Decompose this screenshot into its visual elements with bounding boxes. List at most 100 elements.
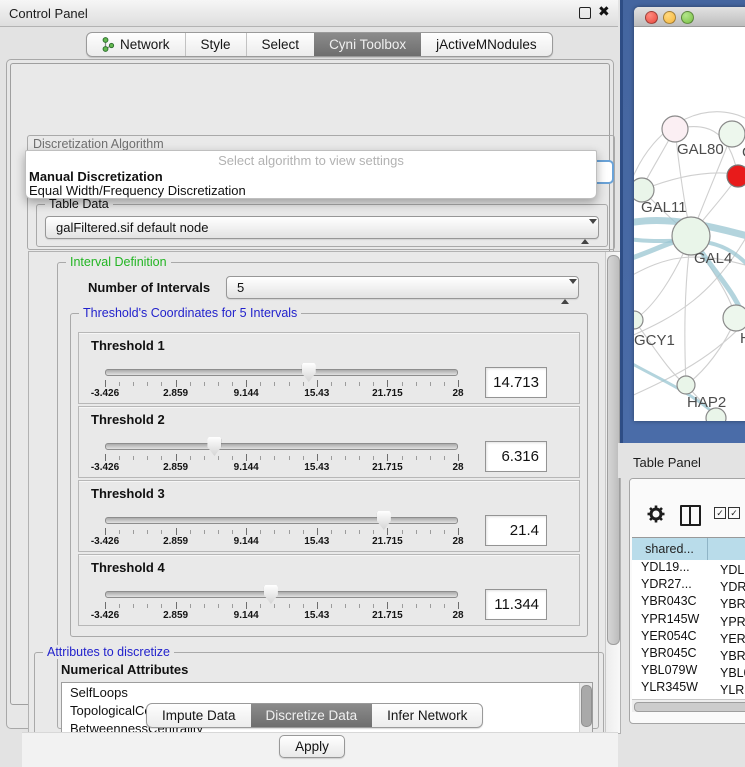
algorithm-dropdown-popup: Select algorithm to view settings Manual… bbox=[25, 150, 597, 199]
network-view-frame: GAL80 GA GAL11 C GAL4 GCY1 H HAP2 bbox=[620, 0, 745, 443]
popup-placeholder-option[interactable]: Select algorithm to view settings bbox=[26, 151, 596, 170]
mac-close-icon[interactable] bbox=[645, 11, 658, 24]
threshold-3-label: Threshold 3 bbox=[91, 486, 165, 501]
tab-network-label: Network bbox=[120, 37, 170, 52]
table-row[interactable]: YBL079WYBL0 bbox=[632, 663, 745, 680]
threshold-1-slider[interactable] bbox=[105, 369, 458, 376]
slider-track bbox=[105, 443, 458, 450]
table-row[interactable]: YLR345WYLR3 bbox=[632, 680, 745, 697]
threshold-row: Threshold 4 -3.4262.8599.14415.4321.7152… bbox=[78, 554, 580, 626]
network-window[interactable]: GAL80 GA GAL11 C GAL4 GCY1 H HAP2 bbox=[634, 7, 745, 421]
control-panel-titlebar: Control Panel ✖ bbox=[0, 0, 618, 27]
threshold-4-value-field[interactable]: 11.344 bbox=[485, 589, 547, 620]
tab-jactivemnodules-label: jActiveMNodules bbox=[436, 37, 537, 52]
list-item[interactable]: SelfLoops bbox=[62, 683, 592, 701]
threshold-3-value-field[interactable]: 21.4 bbox=[485, 515, 547, 546]
checkbox-icon[interactable]: ✓ bbox=[714, 507, 726, 519]
table-row[interactable]: YER054CYER0 bbox=[632, 629, 745, 646]
column-header-shared[interactable]: shared... bbox=[632, 538, 708, 560]
scrollbar-thumb[interactable] bbox=[634, 702, 745, 712]
algorithm-section-label: Discretization Algorithm bbox=[33, 137, 164, 151]
panel-title: Control Panel bbox=[9, 6, 88, 21]
table-row[interactable]: YDL19...YDL1 bbox=[632, 560, 745, 577]
tab-cyni-toolbox[interactable]: Cyni Toolbox bbox=[314, 33, 421, 56]
bottom-tab-bar: Impute Data Discretize Data Infer Networ… bbox=[146, 703, 483, 728]
tab-jactivemnodules[interactable]: jActiveMNodules bbox=[421, 33, 552, 56]
tab-discretize-data[interactable]: Discretize Data bbox=[251, 704, 373, 727]
tab-select[interactable]: Select bbox=[246, 33, 315, 56]
slider-track bbox=[105, 517, 458, 524]
network-icon bbox=[102, 37, 115, 52]
tab-impute-data[interactable]: Impute Data bbox=[147, 704, 251, 727]
table-row[interactable]: YPR145WYPR1 bbox=[632, 612, 745, 629]
slider-track bbox=[105, 369, 458, 376]
slider-tick-labels: -3.4262.8599.14415.4321.71528 bbox=[105, 536, 458, 548]
checkbox-icon[interactable]: ✓ bbox=[728, 507, 740, 519]
apply-button[interactable]: Apply bbox=[279, 735, 345, 758]
slider-track bbox=[105, 591, 458, 598]
popup-option-equal-width-frequency[interactable]: Equal Width/Frequency Discretization bbox=[26, 184, 596, 198]
thresholds-legend: Threshold's Coordinates for 5 Intervals bbox=[79, 306, 301, 320]
float-window-icon[interactable] bbox=[579, 7, 591, 19]
table-row[interactable]: YBR043CYBR0 bbox=[632, 594, 745, 611]
interval-definition-legend: Interval Definition bbox=[66, 255, 171, 269]
slider-ticks bbox=[105, 454, 458, 462]
slider-ticks bbox=[105, 528, 458, 536]
network-window-titlebar[interactable] bbox=[634, 7, 745, 27]
network-graph: GAL80 GA GAL11 C GAL4 GCY1 H HAP2 bbox=[634, 27, 745, 421]
slider-ticks bbox=[105, 380, 458, 388]
threshold-3-slider[interactable] bbox=[105, 517, 458, 524]
node-label: HAP2 bbox=[687, 394, 726, 411]
threshold-4-label: Threshold 4 bbox=[91, 560, 165, 575]
number-of-intervals-spinner[interactable]: 5 bbox=[226, 276, 579, 299]
table-body: YDL19...YDL1 YDR27...YDR2 YBR043CYBR0 YP… bbox=[632, 560, 745, 699]
node-label: GAL80 bbox=[677, 141, 724, 158]
threshold-2-value-field[interactable]: 6.316 bbox=[485, 441, 547, 472]
tab-infer-network-label: Infer Network bbox=[387, 708, 467, 723]
settings-scroll-pane: Interval Definition Number of Intervals … bbox=[28, 251, 621, 734]
gear-icon[interactable] bbox=[646, 504, 666, 524]
threshold-4-slider[interactable] bbox=[105, 591, 458, 598]
number-of-intervals-value: 5 bbox=[237, 280, 244, 295]
node-label: GCY1 bbox=[634, 332, 675, 349]
mac-zoom-icon[interactable] bbox=[681, 11, 694, 24]
popup-option-manual-discretization[interactable]: Manual Discretization bbox=[26, 170, 596, 184]
node-hap2 bbox=[677, 376, 695, 394]
slider-tick-labels: -3.4262.8599.14415.4321.71528 bbox=[105, 462, 458, 474]
settings-vertical-scrollbar[interactable] bbox=[605, 252, 620, 733]
mac-minimize-icon[interactable] bbox=[663, 11, 676, 24]
table-data-combobox[interactable]: galFiltered.sif default node bbox=[45, 216, 599, 239]
threshold-2-slider[interactable] bbox=[105, 443, 458, 450]
table-row[interactable]: YBR045CYBR0 bbox=[632, 646, 745, 663]
table-data-selected-value: galFiltered.sif default node bbox=[56, 220, 208, 235]
combo-spinner-icon bbox=[581, 221, 590, 234]
table-toolbar: ✓ ✓ bbox=[630, 479, 745, 536]
attributes-legend: Attributes to discretize bbox=[43, 645, 174, 659]
tab-style[interactable]: Style bbox=[185, 33, 246, 56]
column-header-name[interactable]: na bbox=[708, 538, 745, 560]
spinner-arrows-icon bbox=[561, 281, 570, 294]
discretize-tab-content: Discretization Algorithm Table Data galF… bbox=[10, 63, 610, 705]
number-of-intervals-label: Number of Intervals bbox=[88, 280, 210, 295]
network-canvas[interactable]: GAL80 GA GAL11 C GAL4 GCY1 H HAP2 bbox=[634, 27, 745, 421]
table-row[interactable]: YDR27...YDR2 bbox=[632, 577, 745, 594]
tab-infer-network[interactable]: Infer Network bbox=[372, 704, 482, 727]
close-icon[interactable]: ✖ bbox=[598, 3, 610, 20]
table-horizontal-scrollbar[interactable] bbox=[632, 699, 745, 712]
node-gal80 bbox=[662, 116, 688, 142]
tab-network[interactable]: Network bbox=[87, 33, 185, 56]
slider-tick-labels: -3.4262.8599.14415.4321.71528 bbox=[105, 388, 458, 400]
tab-select-label: Select bbox=[262, 37, 300, 52]
top-tab-bar: Network Style Select Cyni Toolbox jActiv… bbox=[86, 32, 553, 57]
table-header-row: shared... na bbox=[632, 537, 745, 561]
node-label: H bbox=[740, 330, 745, 347]
thresholds-group: Threshold's Coordinates for 5 Intervals … bbox=[70, 313, 588, 637]
tab-style-label: Style bbox=[201, 37, 231, 52]
attributes-list-scrollbar[interactable] bbox=[579, 683, 592, 734]
node-red bbox=[727, 165, 745, 187]
threshold-1-value-field[interactable]: 14.713 bbox=[485, 367, 547, 398]
columns-icon[interactable] bbox=[680, 505, 701, 526]
table-panel-title: Table Panel bbox=[633, 455, 701, 470]
threshold-row: Threshold 2 -3.4262.8599.14415.4321.7152… bbox=[78, 406, 580, 478]
table-data-legend: Table Data bbox=[45, 197, 113, 211]
